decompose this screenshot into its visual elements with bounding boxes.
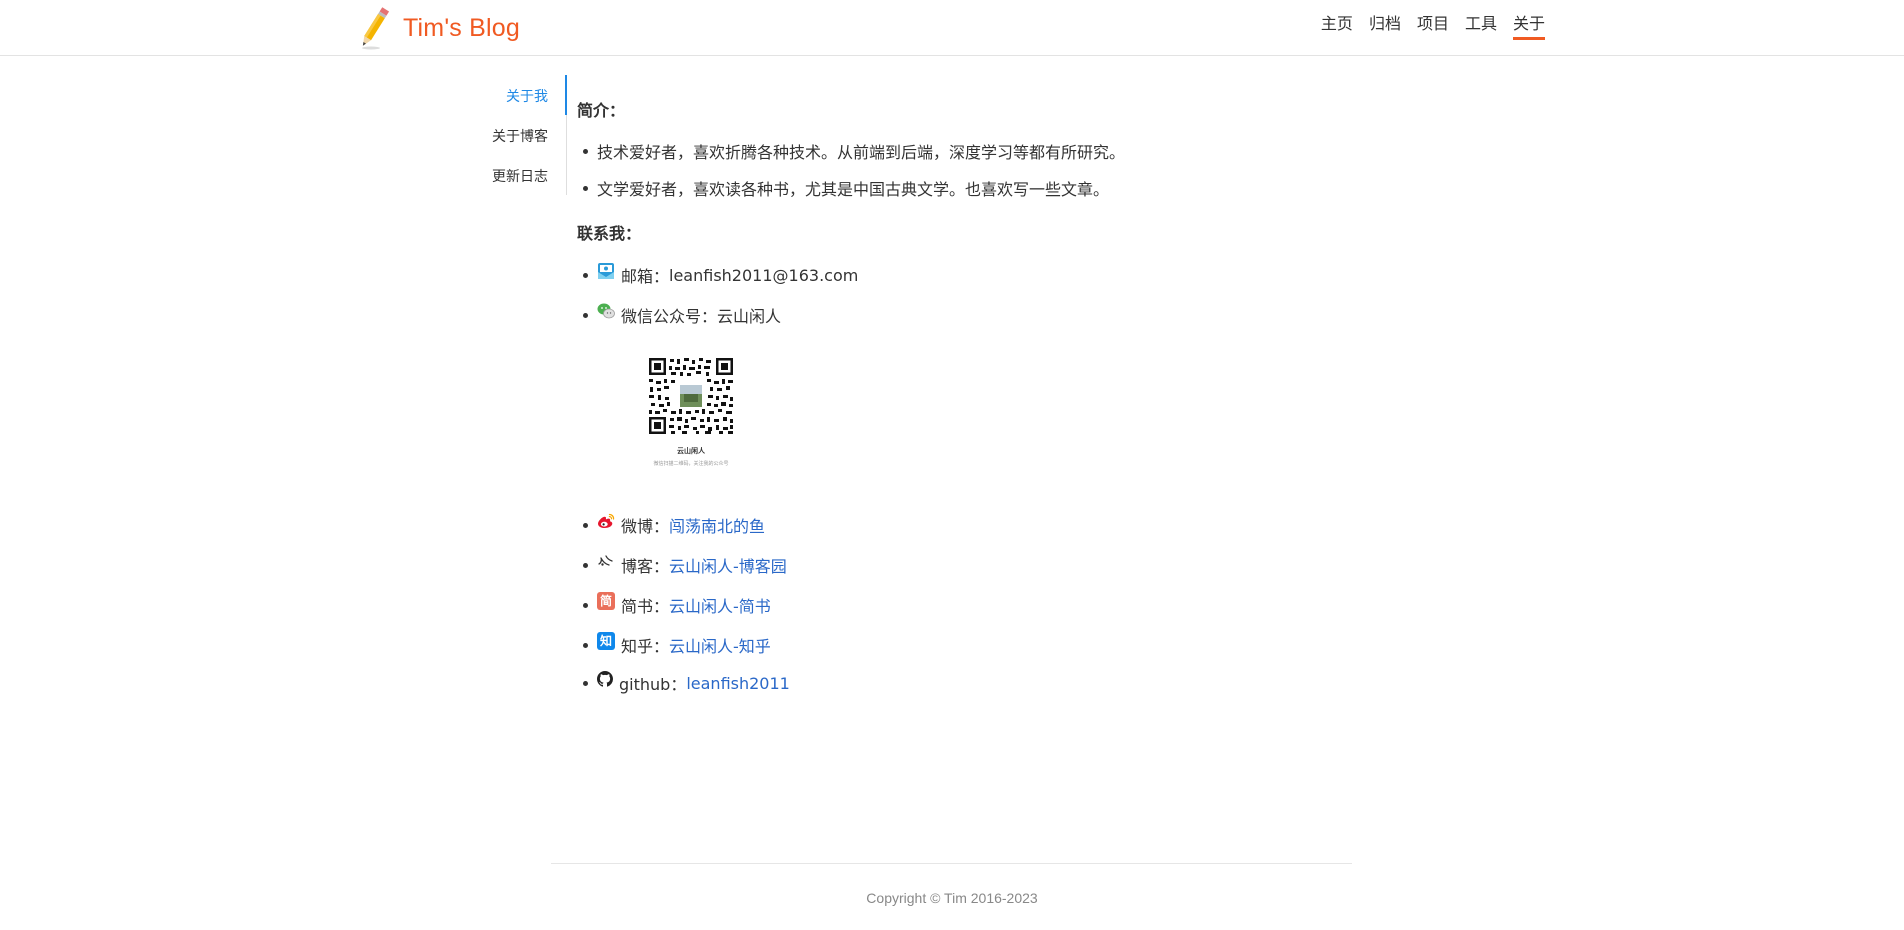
github-icon [597,671,613,687]
zhihu-link[interactable]: 云山闲人-知乎 [669,633,771,657]
wechat-qr-code [648,357,734,434]
jianshu-label: 简书： [621,597,670,616]
contact-weibo: 微博： 闯荡南北的鱼 [583,512,790,538]
contact-cnblogs: 博客： 云山闲人-博客园 [583,552,790,578]
contact-github: github： leanfish2011 [583,670,790,696]
nav-archive[interactable]: 归档 [1369,14,1401,40]
contact-wechat: 微信公众号： 云山闲人 [582,302,858,328]
jianshu-icon: 简 [597,592,615,610]
wechat-qr-card: 云山闲人 微信扫描二维码，关注我的公众号 [644,357,738,475]
about-toc: 关于我 关于博客 更新日志 [440,75,567,195]
intro-list: 技术爱好者，喜欢折腾各种技术。从前端到后端，深度学习等都有所研究。 文学爱好者，… [582,141,1126,199]
weibo-link[interactable]: 闯荡南北的鱼 [669,513,765,537]
github-link[interactable]: leanfish2011 [686,674,790,693]
toc-active-indicator [565,75,567,115]
cnblogs-icon [598,555,613,566]
cnblogs-link[interactable]: 云山闲人-博客园 [669,553,787,577]
zhihu-icon: 知 [597,632,615,650]
toc-item-changelog[interactable]: 更新日志 [492,166,548,186]
pencil-icon [362,7,390,50]
weibo-icon [598,513,615,528]
wechat-label: 微信公众号： [621,307,718,326]
qr-caption: 微信扫描二维码，关注我的公众号 [653,461,729,467]
nav-home[interactable]: 主页 [1321,14,1353,40]
toc-item-about-me[interactable]: 关于我 [506,86,548,106]
weibo-label: 微博： [621,517,670,536]
zhihu-label: 知乎： [621,637,670,656]
nav-about[interactable]: 关于 [1512,14,1545,40]
contact-zhihu: 知 知乎： 云山闲人-知乎 [583,632,790,658]
email-value: leanfish2011@163.com [669,265,859,285]
wechat-icon [597,303,615,319]
github-label: github： [619,675,687,694]
list-item: 技术爱好者，喜欢折腾各种技术。从前端到后端，深度学习等都有所研究。 [582,141,1126,162]
nav-tools[interactable]: 工具 [1465,14,1497,40]
contact-list: 邮箱： leanfish2011@163.com 微信公众号： 云山闲人 [582,262,859,328]
mail-icon [598,263,614,279]
brand-link[interactable]: Tim's Blog [355,5,520,51]
contact-email: 邮箱： leanfish2011@163.com [582,262,859,288]
intro-item-literature: 文学爱好者，喜欢读各种书，尤其是中国古典文学。也喜欢写一些文章。 [597,180,1110,199]
toc-item-about-blog[interactable]: 关于博客 [492,126,548,146]
footer-divider [551,863,1352,864]
email-label: 邮箱： [621,267,670,286]
intro-item-tech: 技术爱好者，喜欢折腾各种技术。从前端到后端，深度学习等都有所研究。 [597,143,1126,162]
social-list: 微博： 闯荡南北的鱼 博客： 云山闲人-博客园 简 简书： 云山闲人-简书 知 … [583,512,790,696]
jianshu-link[interactable]: 云山闲人-简书 [669,593,771,617]
cnblogs-label: 博客： [621,557,670,576]
contact-title: 联系我： [577,224,642,243]
contact-jianshu: 简 简书： 云山闲人-简书 [583,592,790,618]
main-nav: 主页 归档 项目 工具 关于 [1321,14,1545,40]
intro-title: 简介： [577,101,626,120]
brand-title: Tim's Blog [403,13,520,42]
nav-projects[interactable]: 项目 [1417,14,1449,40]
footer-copyright: Copyright © Tim 2016-2023 [866,890,1038,906]
qr-name: 云山闲人 [677,447,705,455]
wechat-value: 云山闲人 [717,307,782,326]
site-header: Tim's Blog 主页 归档 项目 工具 关于 [0,0,1904,56]
list-item: 文学爱好者，喜欢读各种书，尤其是中国古典文学。也喜欢写一些文章。 [582,178,1125,199]
